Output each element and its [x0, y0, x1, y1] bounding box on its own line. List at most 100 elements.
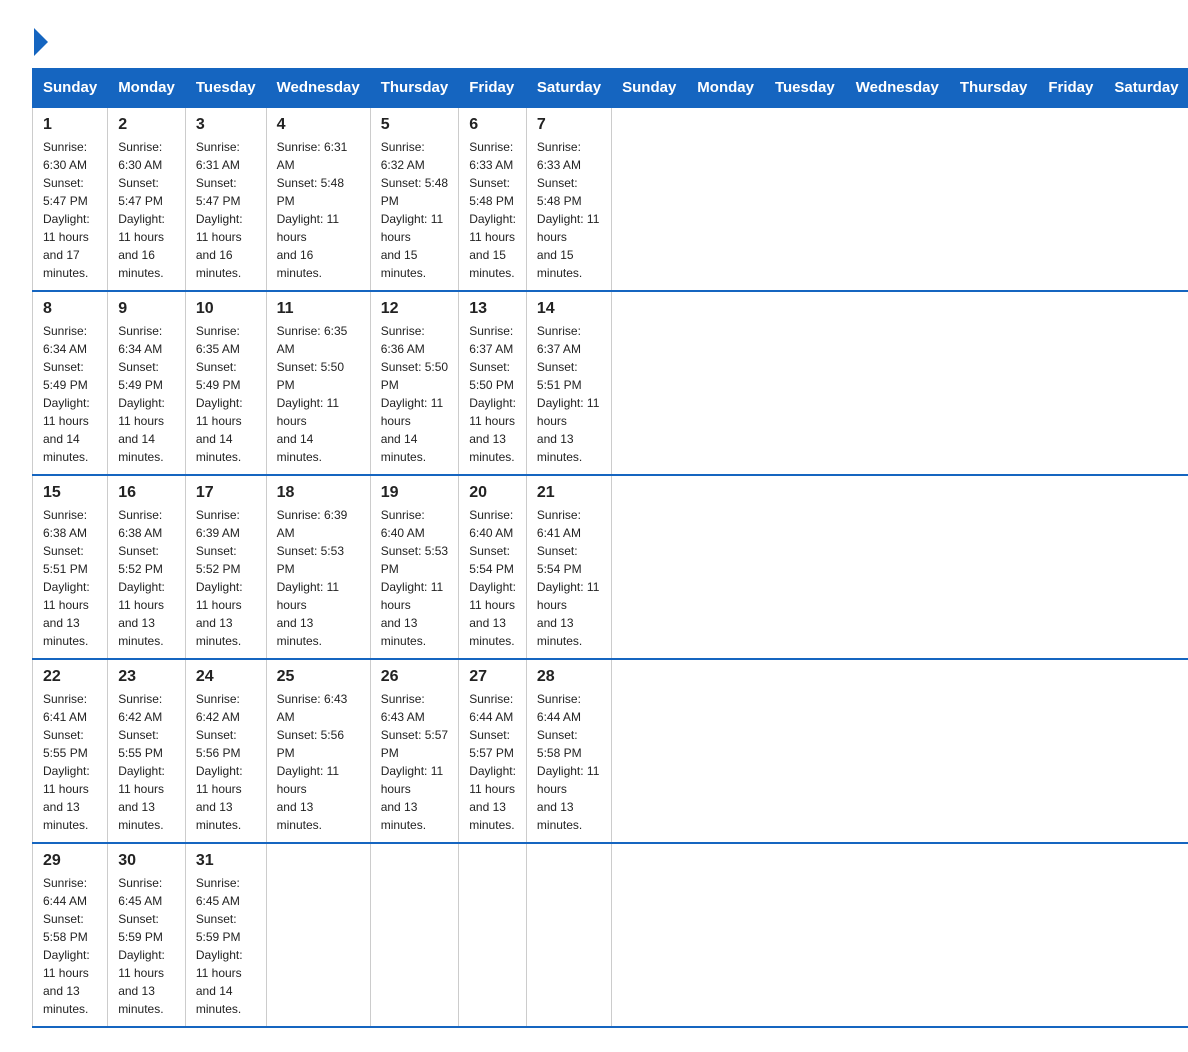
calendar-cell [370, 843, 459, 1027]
day-number: 7 [537, 116, 601, 134]
day-number: 31 [196, 852, 256, 870]
day-info: Sunrise: 6:32 AM Sunset: 5:48 PM Dayligh… [381, 138, 449, 282]
calendar-cell: 21 Sunrise: 6:41 AM Sunset: 5:54 PM Dayl… [526, 475, 611, 659]
calendar-cell: 5 Sunrise: 6:32 AM Sunset: 5:48 PM Dayli… [370, 107, 459, 291]
day-number: 13 [469, 300, 516, 318]
page-header [32, 24, 1156, 52]
day-number: 8 [43, 300, 97, 318]
logo [32, 24, 48, 52]
day-info: Sunrise: 6:45 AM Sunset: 5:59 PM Dayligh… [118, 874, 175, 1018]
day-info: Sunrise: 6:38 AM Sunset: 5:51 PM Dayligh… [43, 506, 97, 650]
calendar-cell [459, 843, 527, 1027]
day-number: 10 [196, 300, 256, 318]
day-number: 29 [43, 852, 97, 870]
day-info: Sunrise: 6:31 AM Sunset: 5:48 PM Dayligh… [277, 138, 360, 282]
day-number: 30 [118, 852, 175, 870]
calendar-cell: 9 Sunrise: 6:34 AM Sunset: 5:49 PM Dayli… [108, 291, 186, 475]
day-number: 18 [277, 484, 360, 502]
header-monday: Monday [108, 69, 186, 108]
day-number: 17 [196, 484, 256, 502]
calendar-cell: 15 Sunrise: 6:38 AM Sunset: 5:51 PM Dayl… [33, 475, 108, 659]
header-friday: Friday [1038, 69, 1104, 108]
day-number: 16 [118, 484, 175, 502]
day-info: Sunrise: 6:43 AM Sunset: 5:57 PM Dayligh… [381, 690, 449, 834]
calendar-cell: 30 Sunrise: 6:45 AM Sunset: 5:59 PM Dayl… [108, 843, 186, 1027]
calendar-cell: 24 Sunrise: 6:42 AM Sunset: 5:56 PM Dayl… [185, 659, 266, 843]
calendar-cell [526, 843, 611, 1027]
header-tuesday: Tuesday [764, 69, 845, 108]
calendar-cell: 14 Sunrise: 6:37 AM Sunset: 5:51 PM Dayl… [526, 291, 611, 475]
day-number: 21 [537, 484, 601, 502]
header-saturday: Saturday [526, 69, 611, 108]
calendar-cell: 1 Sunrise: 6:30 AM Sunset: 5:47 PM Dayli… [33, 107, 108, 291]
header-thursday: Thursday [370, 69, 459, 108]
calendar-cell: 6 Sunrise: 6:33 AM Sunset: 5:48 PM Dayli… [459, 107, 527, 291]
day-info: Sunrise: 6:44 AM Sunset: 5:58 PM Dayligh… [537, 690, 601, 834]
day-info: Sunrise: 6:44 AM Sunset: 5:57 PM Dayligh… [469, 690, 516, 834]
day-number: 27 [469, 668, 516, 686]
calendar-cell: 3 Sunrise: 6:31 AM Sunset: 5:47 PM Dayli… [185, 107, 266, 291]
calendar-cell: 8 Sunrise: 6:34 AM Sunset: 5:49 PM Dayli… [33, 291, 108, 475]
day-number: 24 [196, 668, 256, 686]
day-info: Sunrise: 6:41 AM Sunset: 5:54 PM Dayligh… [537, 506, 601, 650]
calendar-cell: 28 Sunrise: 6:44 AM Sunset: 5:58 PM Dayl… [526, 659, 611, 843]
calendar-cell: 19 Sunrise: 6:40 AM Sunset: 5:53 PM Dayl… [370, 475, 459, 659]
header-monday: Monday [687, 69, 765, 108]
header-wednesday: Wednesday [266, 69, 370, 108]
calendar-cell: 23 Sunrise: 6:42 AM Sunset: 5:55 PM Dayl… [108, 659, 186, 843]
calendar-cell: 22 Sunrise: 6:41 AM Sunset: 5:55 PM Dayl… [33, 659, 108, 843]
day-number: 12 [381, 300, 449, 318]
calendar-cell: 18 Sunrise: 6:39 AM Sunset: 5:53 PM Dayl… [266, 475, 370, 659]
day-info: Sunrise: 6:41 AM Sunset: 5:55 PM Dayligh… [43, 690, 97, 834]
day-number: 26 [381, 668, 449, 686]
calendar-cell: 29 Sunrise: 6:44 AM Sunset: 5:58 PM Dayl… [33, 843, 108, 1027]
calendar-cell: 10 Sunrise: 6:35 AM Sunset: 5:49 PM Dayl… [185, 291, 266, 475]
calendar-week-1: 1 Sunrise: 6:30 AM Sunset: 5:47 PM Dayli… [33, 107, 1188, 291]
calendar-cell: 17 Sunrise: 6:39 AM Sunset: 5:52 PM Dayl… [185, 475, 266, 659]
day-number: 23 [118, 668, 175, 686]
calendar-cell: 16 Sunrise: 6:38 AM Sunset: 5:52 PM Dayl… [108, 475, 186, 659]
day-number: 3 [196, 116, 256, 134]
calendar-header-row: SundayMondayTuesdayWednesdayThursdayFrid… [33, 69, 1188, 108]
header-saturday: Saturday [1104, 69, 1188, 108]
day-number: 4 [277, 116, 360, 134]
calendar-cell: 7 Sunrise: 6:33 AM Sunset: 5:48 PM Dayli… [526, 107, 611, 291]
day-info: Sunrise: 6:39 AM Sunset: 5:52 PM Dayligh… [196, 506, 256, 650]
day-number: 25 [277, 668, 360, 686]
day-info: Sunrise: 6:34 AM Sunset: 5:49 PM Dayligh… [118, 322, 175, 466]
calendar-week-4: 22 Sunrise: 6:41 AM Sunset: 5:55 PM Dayl… [33, 659, 1188, 843]
day-number: 5 [381, 116, 449, 134]
day-number: 14 [537, 300, 601, 318]
day-info: Sunrise: 6:38 AM Sunset: 5:52 PM Dayligh… [118, 506, 175, 650]
calendar-table: SundayMondayTuesdayWednesdayThursdayFrid… [32, 68, 1188, 1028]
day-info: Sunrise: 6:37 AM Sunset: 5:51 PM Dayligh… [537, 322, 601, 466]
day-info: Sunrise: 6:33 AM Sunset: 5:48 PM Dayligh… [469, 138, 516, 282]
calendar-cell: 4 Sunrise: 6:31 AM Sunset: 5:48 PM Dayli… [266, 107, 370, 291]
header-sunday: Sunday [612, 69, 687, 108]
day-info: Sunrise: 6:30 AM Sunset: 5:47 PM Dayligh… [118, 138, 175, 282]
calendar-week-5: 29 Sunrise: 6:44 AM Sunset: 5:58 PM Dayl… [33, 843, 1188, 1027]
header-friday: Friday [459, 69, 527, 108]
day-number: 22 [43, 668, 97, 686]
calendar-cell: 2 Sunrise: 6:30 AM Sunset: 5:47 PM Dayli… [108, 107, 186, 291]
calendar-cell: 27 Sunrise: 6:44 AM Sunset: 5:57 PM Dayl… [459, 659, 527, 843]
header-thursday: Thursday [949, 69, 1038, 108]
day-info: Sunrise: 6:31 AM Sunset: 5:47 PM Dayligh… [196, 138, 256, 282]
header-tuesday: Tuesday [185, 69, 266, 108]
calendar-cell: 20 Sunrise: 6:40 AM Sunset: 5:54 PM Dayl… [459, 475, 527, 659]
day-number: 11 [277, 300, 360, 318]
calendar-cell: 26 Sunrise: 6:43 AM Sunset: 5:57 PM Dayl… [370, 659, 459, 843]
day-info: Sunrise: 6:40 AM Sunset: 5:53 PM Dayligh… [381, 506, 449, 650]
day-info: Sunrise: 6:40 AM Sunset: 5:54 PM Dayligh… [469, 506, 516, 650]
calendar-cell: 13 Sunrise: 6:37 AM Sunset: 5:50 PM Dayl… [459, 291, 527, 475]
header-sunday: Sunday [33, 69, 108, 108]
day-info: Sunrise: 6:34 AM Sunset: 5:49 PM Dayligh… [43, 322, 97, 466]
day-info: Sunrise: 6:45 AM Sunset: 5:59 PM Dayligh… [196, 874, 256, 1018]
calendar-cell: 31 Sunrise: 6:45 AM Sunset: 5:59 PM Dayl… [185, 843, 266, 1027]
day-number: 20 [469, 484, 516, 502]
calendar-week-3: 15 Sunrise: 6:38 AM Sunset: 5:51 PM Dayl… [33, 475, 1188, 659]
calendar-week-2: 8 Sunrise: 6:34 AM Sunset: 5:49 PM Dayli… [33, 291, 1188, 475]
header-wednesday: Wednesday [845, 69, 949, 108]
calendar-cell [266, 843, 370, 1027]
calendar-cell: 11 Sunrise: 6:35 AM Sunset: 5:50 PM Dayl… [266, 291, 370, 475]
